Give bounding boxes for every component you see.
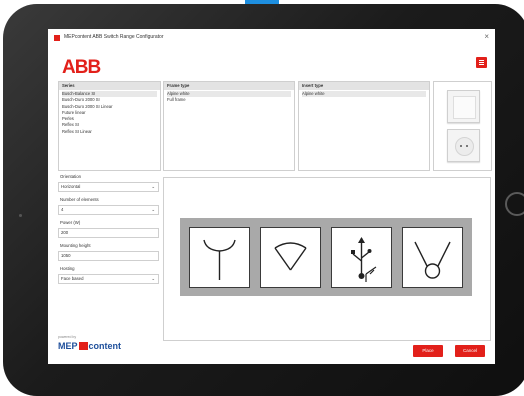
series-list: Busch-Balance SI Busch-Duro 2000 SI Busc… [59,90,160,136]
hosting-select[interactable]: Face based ⌄ [58,274,159,284]
product-preview [433,81,492,171]
cancel-button[interactable]: Cancel [455,345,485,357]
series-header: Series [59,82,160,90]
abb-logo: ABB [62,57,101,78]
antenna-socket-symbol [203,239,236,280]
hamburger-menu-icon[interactable] [476,57,487,68]
socket-icon [455,137,474,156]
insert-type-list: Alpine white [299,90,429,98]
switch-frame [180,218,472,296]
orientation-value: Horizontal [61,184,81,189]
options-panel: Orientation Horizontal ⌄ Number of eleme… [58,174,159,289]
elements-label: Number of elements [60,197,99,202]
mounting-height-input[interactable]: 1050 [58,251,159,261]
mep-content-text: content [88,341,122,351]
close-icon[interactable]: × [484,32,489,41]
camera-dot [19,214,22,217]
usb-symbol [351,237,377,282]
place-button[interactable]: Place [413,345,443,357]
series-panel: Series Busch-Balance SI Busch-Duro 2000 … [58,81,161,171]
power-label: Power (W) [60,220,81,225]
hosting-label: Hosting [60,266,75,271]
frame-type-header: Frame type [164,82,294,90]
app-window: MEPcontent ABB Switch Range Configurator… [48,29,495,364]
elements-select[interactable]: 4 ⌄ [58,205,159,215]
mounting-height-value: 1050 [61,253,71,258]
mep-logo-mark [78,342,88,350]
power-value: 200 [61,230,69,235]
chevron-down-icon: ⌄ [151,184,155,189]
home-button[interactable] [505,192,524,216]
app-icon [54,35,60,41]
powered-by-text: powered by [58,335,77,339]
window-title: MEPcontent ABB Switch Range Configurator [64,34,164,40]
insert-type-header: Insert type [299,82,429,90]
slot-1[interactable] [189,227,250,288]
elements-value: 4 [61,207,64,212]
switch-symbol [414,241,451,279]
power-input[interactable]: 200 [58,228,159,238]
chevron-down-icon: ⌄ [151,207,155,212]
mepcontent-logo: MEP content [58,341,121,351]
slot-4[interactable] [402,227,463,288]
light-dimmer-symbol [274,242,307,271]
hosting-value: Face based [61,276,84,281]
list-item[interactable]: Reflex SI Linear [62,129,157,135]
orientation-label: Orientation [60,174,82,179]
list-item[interactable]: Alpine white [302,91,426,98]
slot-3[interactable] [331,227,392,288]
configuration-stage [163,177,491,341]
title-bar: MEPcontent ABB Switch Range Configurator… [48,29,495,49]
mounting-height-label: Mounting height [60,243,91,248]
switch-preview [447,90,480,123]
frame-type-panel: Frame type Alpine white Full frame [163,81,295,171]
chevron-down-icon: ⌄ [151,276,155,281]
frame-type-list: Alpine white Full frame [164,90,294,105]
mep-brand-text: MEP [58,341,78,351]
orientation-select[interactable]: Horizontal ⌄ [58,182,159,192]
rocker-face [453,96,476,119]
list-item[interactable]: Full frame [167,97,291,103]
insert-type-panel: Insert type Alpine white [298,81,430,171]
slot-2[interactable] [260,227,321,288]
outlet-preview [447,129,480,162]
